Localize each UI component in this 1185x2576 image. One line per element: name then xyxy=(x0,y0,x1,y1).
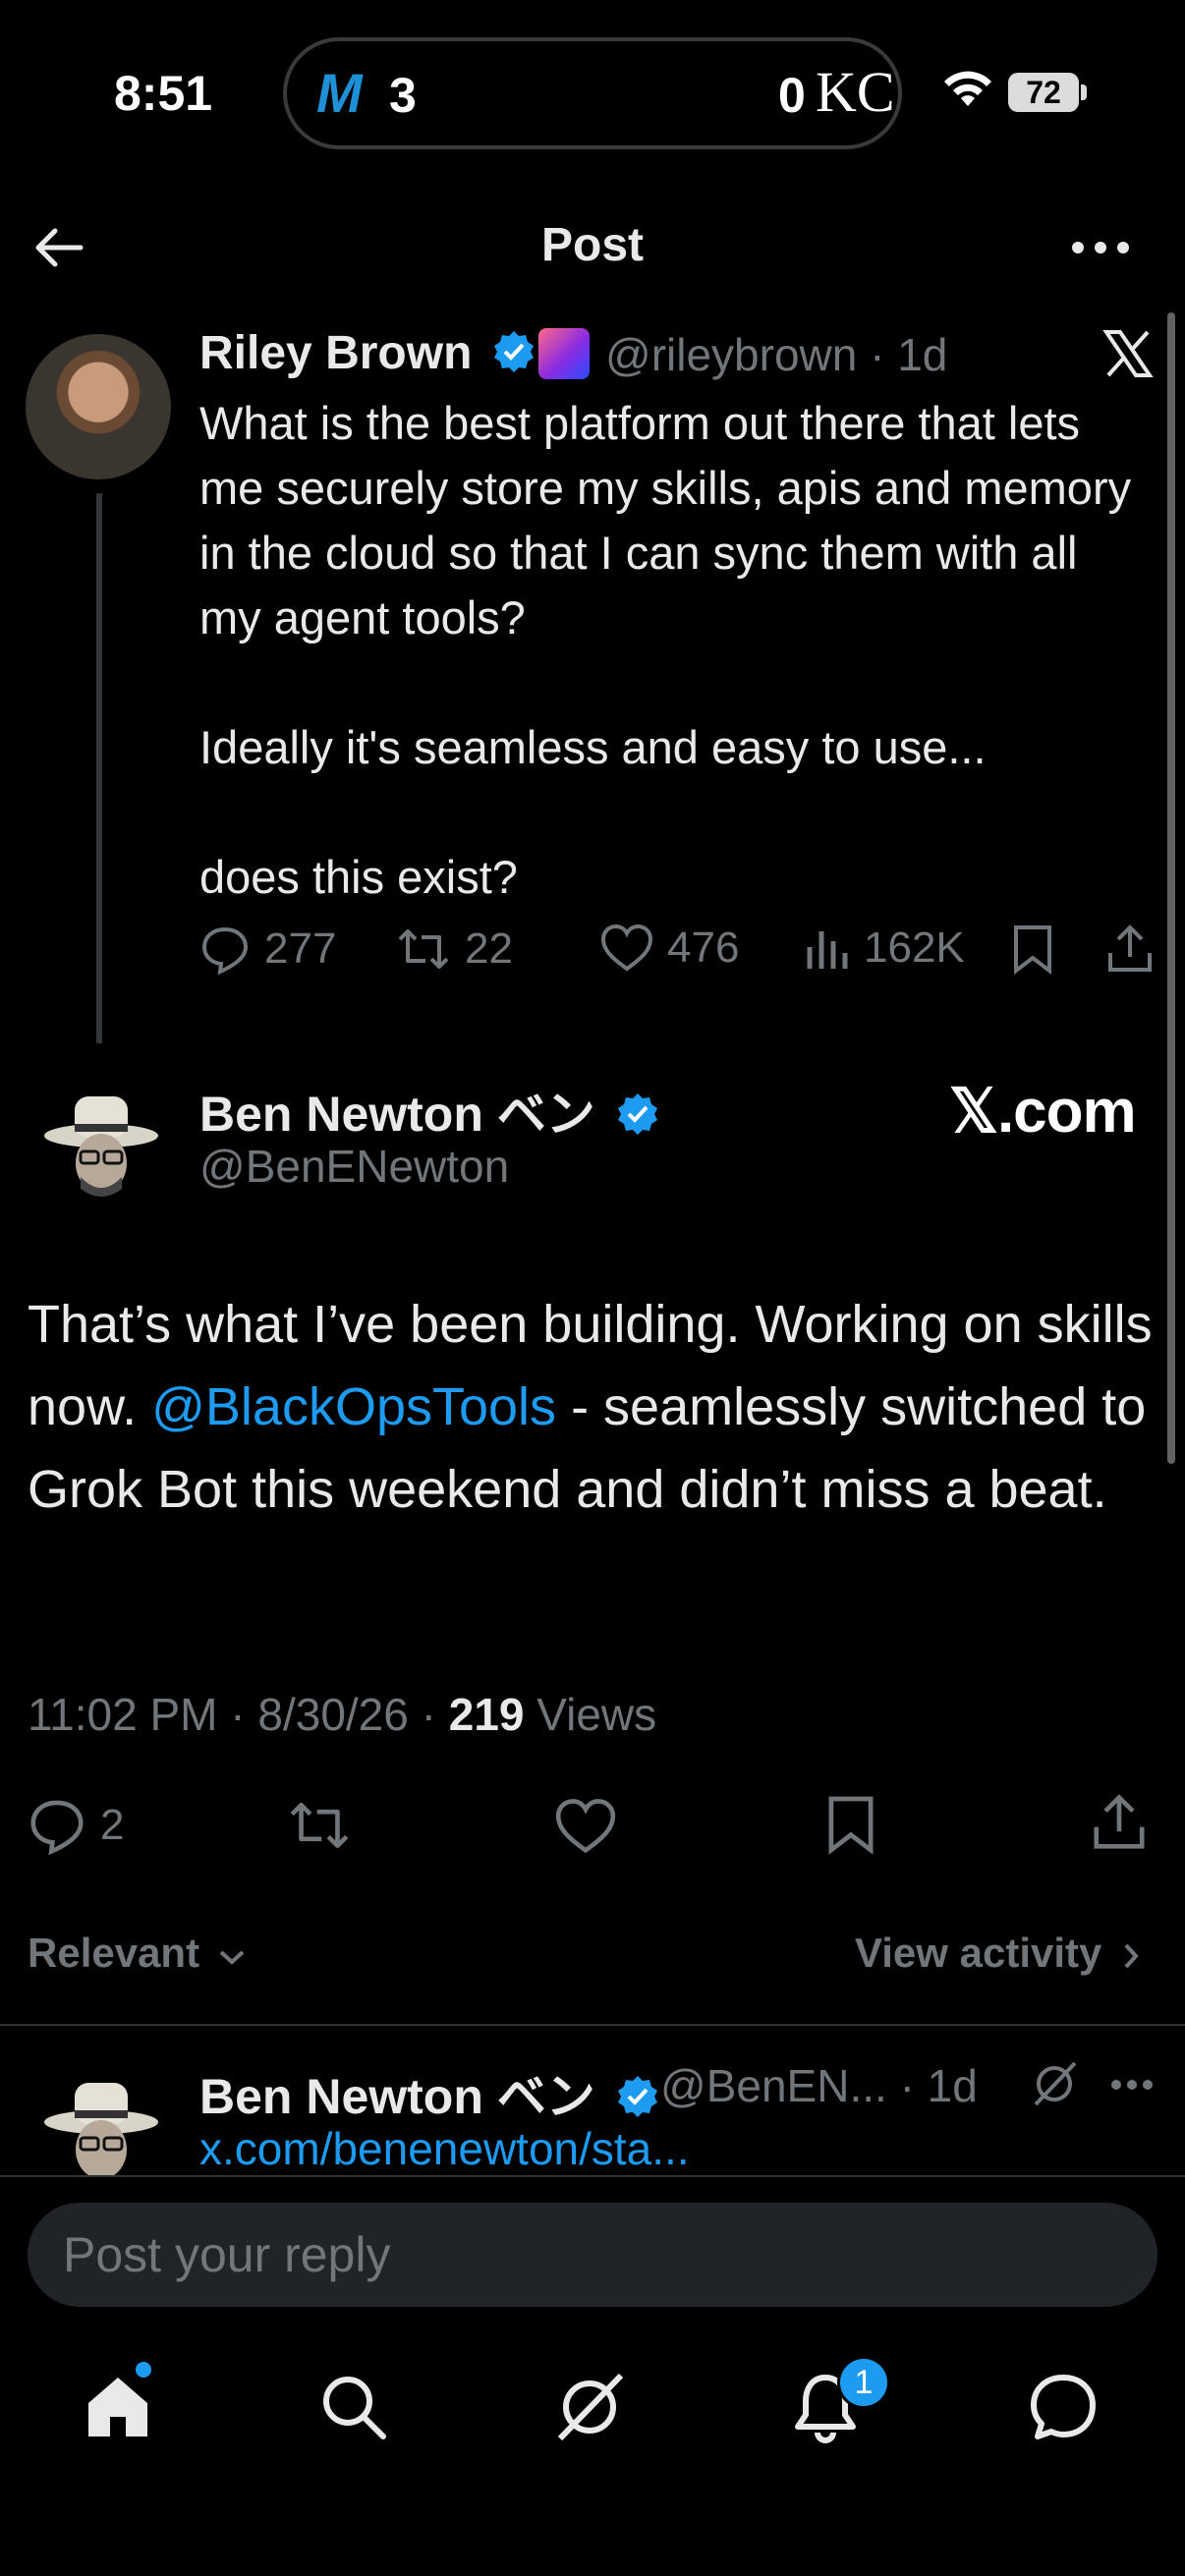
divider xyxy=(0,2024,1185,2026)
reply-count: 2 xyxy=(100,1801,125,1849)
wifi-icon xyxy=(944,71,991,106)
reply-more-icon[interactable] xyxy=(1110,2079,1154,2091)
like-button[interactable]: 476 xyxy=(600,924,739,973)
like-count: 476 xyxy=(667,924,740,972)
views-label: Views xyxy=(536,1689,657,1740)
profile-link-label[interactable]: 𝕏.com xyxy=(949,1075,1137,1147)
royals-logo: KC xyxy=(816,60,895,124)
main-post-text: That’s what I’ve been building. Working … xyxy=(28,1283,1157,1531)
reply-avatar-ben-newton[interactable] xyxy=(35,2053,167,2185)
reply-link[interactable]: x.com/benenewton/sta... xyxy=(199,2122,690,2175)
parent-handle: @rileybrown xyxy=(605,329,858,380)
parent-time: · 1d xyxy=(870,329,948,380)
main-post-actions: 2 xyxy=(28,1790,1157,1859)
bookmark-icon[interactable] xyxy=(825,1794,876,1855)
marlins-logo: M xyxy=(316,62,363,124)
avatar-ben-newton[interactable] xyxy=(35,1067,167,1199)
thread-line xyxy=(96,493,102,1043)
share-icon[interactable] xyxy=(1091,1792,1148,1853)
reply-icon xyxy=(30,1800,84,1855)
bookmark-icon[interactable] xyxy=(1011,924,1054,975)
avatar-riley-brown[interactable] xyxy=(26,334,171,479)
mention-link[interactable]: @BlackOpsTools xyxy=(151,1377,556,1436)
verified-badge-icon xyxy=(617,1093,657,1135)
sort-replies-dropdown[interactable]: Relevant xyxy=(28,1930,247,1977)
score-home: 3 xyxy=(389,68,417,123)
battery-tip xyxy=(1081,84,1087,100)
views-count: 162K xyxy=(864,924,965,972)
post-date: 8/30/26 xyxy=(257,1689,409,1740)
home-icon[interactable] xyxy=(79,2368,157,2446)
repost-count: 22 xyxy=(465,924,513,973)
sort-label: Relevant xyxy=(28,1930,200,1976)
reply-time: · 1d xyxy=(899,2060,978,2111)
page-title: Post xyxy=(540,219,644,271)
views-button[interactable]: 162K xyxy=(805,924,965,973)
view-activity-label: View activity xyxy=(855,1930,1102,1976)
grok-tab-icon[interactable] xyxy=(550,2368,629,2446)
chevron-down-icon xyxy=(219,1950,245,1965)
author-name-text: Ben Newton ベン xyxy=(199,1087,595,1142)
reply-handle-time: @BenEN... · 1d xyxy=(660,2059,978,2112)
grok-icon[interactable] xyxy=(1030,2059,1079,2108)
main-handle[interactable]: @BenENewton xyxy=(199,1140,509,1193)
reply-icon xyxy=(201,926,249,975)
parent-post-text: What is the best platform out there that… xyxy=(199,397,1132,903)
heart-icon[interactable] xyxy=(554,1798,617,1855)
author-name-text: Riley Brown xyxy=(199,327,473,379)
post-metadata: 11:02 PM · 8/30/26 · 219 Views xyxy=(28,1689,657,1740)
score-away: 0 xyxy=(778,68,806,123)
author-name-text: Ben Newton ベン xyxy=(199,2069,595,2124)
reply-count: 277 xyxy=(264,924,337,973)
repost-icon[interactable] xyxy=(287,1796,352,1855)
avatar-image xyxy=(44,2083,158,2179)
view-activity-link[interactable]: View activity xyxy=(855,1930,1141,1977)
chevron-right-icon xyxy=(1124,1943,1139,1969)
reply-button[interactable]: 2 xyxy=(28,1796,124,1855)
parent-post-actions: 277 22 476 162K xyxy=(199,924,1162,982)
post-time: 11:02 PM xyxy=(28,1689,218,1740)
messages-icon[interactable] xyxy=(1024,2368,1102,2446)
scrollbar[interactable] xyxy=(1167,312,1175,1464)
verified-badge-icon xyxy=(493,331,534,372)
share-icon[interactable] xyxy=(1105,924,1155,975)
heart-icon xyxy=(600,924,653,972)
main-author-name[interactable]: Ben Newton ベン xyxy=(199,1075,660,1146)
back-arrow-icon[interactable] xyxy=(29,218,88,277)
analytics-icon xyxy=(807,931,848,969)
notifications-count-badge: 1 xyxy=(837,2356,890,2409)
reply-button[interactable]: 277 xyxy=(199,924,336,975)
live-activity-score[interactable]: M 3 0 KC xyxy=(283,37,902,149)
verified-badge-icon xyxy=(617,2076,657,2117)
home-notification-dot xyxy=(136,2362,151,2378)
repost-icon xyxy=(398,929,449,969)
reply-author-name[interactable]: Ben Newton ベン xyxy=(199,2057,660,2128)
battery-indicator: 72 xyxy=(1008,73,1079,112)
status-time: 8:51 xyxy=(114,66,213,121)
reply-handle: @BenEN... xyxy=(660,2060,887,2111)
x-logo-icon xyxy=(1102,330,1154,377)
parent-author-name[interactable]: Riley Brown xyxy=(199,326,536,380)
views-number[interactable]: 219 xyxy=(449,1689,525,1740)
repost-button[interactable]: 22 xyxy=(396,924,513,975)
search-icon[interactable] xyxy=(314,2368,393,2446)
avatar-image xyxy=(44,1096,158,1197)
parent-handle-time: @rileybrown · 1d xyxy=(605,328,947,381)
affiliate-badge-icon[interactable] xyxy=(538,328,590,379)
more-options-icon[interactable] xyxy=(1071,241,1130,254)
reply-input[interactable] xyxy=(28,2203,1157,2307)
